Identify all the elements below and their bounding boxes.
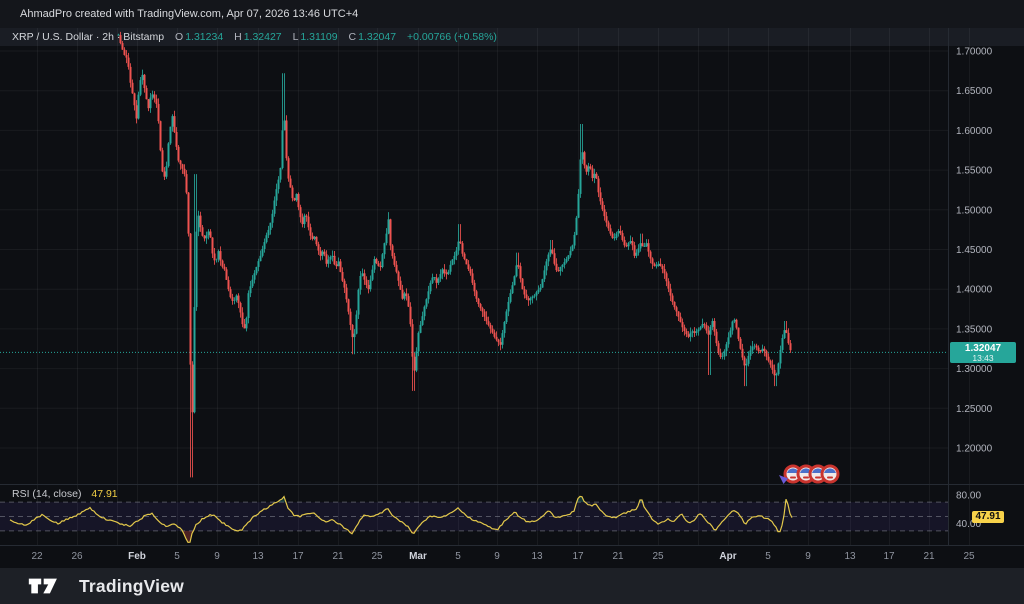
open-label: O xyxy=(175,31,184,43)
time-tick-label: 21 xyxy=(332,551,344,562)
chart-area[interactable]: 1.70000 1.65000 1.60000 1.55000 1.50000 1.450… xyxy=(0,28,1024,545)
time-tick-label: 21 xyxy=(923,551,935,562)
symbol-legend: XRP / U.S. Dollar · 2h · Bitstamp O 1.312… xyxy=(12,31,499,43)
time-tick-label: Mar xyxy=(409,551,427,562)
price-tick-label: 1.45000 xyxy=(956,245,993,256)
high-label: H xyxy=(234,31,242,43)
change-value: +0.00766 (+0.58%) xyxy=(407,31,497,43)
price-tick-label: 1.25000 xyxy=(956,404,993,415)
candlestick-series[interactable] xyxy=(117,31,792,478)
footer-bar: TradingView xyxy=(0,568,1024,604)
time-tick-label: 26 xyxy=(71,551,83,562)
close-label: C xyxy=(348,31,357,43)
time-tick-label: 13 xyxy=(844,551,856,562)
price-tick-label: 1.60000 xyxy=(956,126,993,137)
current-price-badge: 1.32047 13:43 xyxy=(950,342,1016,363)
price-tick-label: 1.65000 xyxy=(956,86,993,97)
time-tick-label: 9 xyxy=(805,551,811,562)
bar-countdown: 13:43 xyxy=(972,353,994,363)
time-tick-label: 9 xyxy=(494,551,500,562)
rsi-legend: RSI (14, close) 47.91 xyxy=(12,488,118,500)
price-tick-label: 1.35000 xyxy=(956,324,993,335)
symbol-title: XRP / U.S. Dollar · 2h · Bitstamp xyxy=(12,31,165,43)
price-axis[interactable]: 1.70000 1.65000 1.60000 1.55000 1.50000 1.450… xyxy=(956,47,993,531)
open-value: 1.31234 xyxy=(185,31,224,43)
time-tick-label: 13 xyxy=(531,551,543,562)
time-tick-label: 17 xyxy=(292,551,304,562)
chart-canvas[interactable]: 1.70000 1.65000 1.60000 1.55000 1.50000 1.450… xyxy=(0,28,1024,545)
close-value: 1.32047 xyxy=(358,31,397,43)
tradingview-wordmark: TradingView xyxy=(79,575,184,596)
price-tick-label: 1.20000 xyxy=(956,444,993,455)
attribution-bar: AhmadPro created with TradingView.com, A… xyxy=(0,0,1024,28)
time-tick-label: Apr xyxy=(719,551,737,562)
time-tick-label: 25 xyxy=(652,551,664,562)
time-tick-label: 9 xyxy=(214,551,220,562)
rsi-last-value: 47.91 xyxy=(91,488,118,500)
rsi-tick-label: 80.00 xyxy=(956,490,981,501)
time-tick-label: Feb xyxy=(128,551,146,562)
price-tick-label: 1.70000 xyxy=(956,47,993,58)
rsi-pane[interactable] xyxy=(0,495,948,544)
rsi-value-badge: 47.91 xyxy=(972,511,1004,523)
time-tick-label: 5 xyxy=(765,551,771,562)
price-tick-label: 1.50000 xyxy=(956,205,993,216)
time-tick-label: 5 xyxy=(174,551,180,562)
time-tick-label: 17 xyxy=(572,551,584,562)
sticker-emoji-group[interactable] xyxy=(779,464,840,484)
time-tick-label: 25 xyxy=(963,551,975,562)
time-tick-label: 5 xyxy=(455,551,461,562)
attribution-text: AhmadPro created with TradingView.com, A… xyxy=(20,8,359,20)
time-axis[interactable]: 22 26 Feb 5 9 13 17 21 25 Mar 5 9 13 17 21 25 Apr 5 9 13 17 2… xyxy=(0,545,1024,568)
price-tick-label: 1.55000 xyxy=(956,166,993,177)
tradingview-logo-icon xyxy=(28,578,57,594)
rsi-title: RSI (14, close) xyxy=(12,488,82,500)
price-tick-label: 1.40000 xyxy=(956,285,993,296)
time-tick-label: 21 xyxy=(612,551,624,562)
price-tick-label: 1.30000 xyxy=(956,364,993,375)
tradingview-snapshot: AhmadPro created with TradingView.com, A… xyxy=(0,0,1024,604)
low-value: 1.31109 xyxy=(300,31,338,43)
low-label: L xyxy=(292,31,299,43)
time-tick-label: 22 xyxy=(31,551,43,562)
time-tick-label: 17 xyxy=(883,551,895,562)
time-tick-label: 13 xyxy=(252,551,264,562)
time-tick-label: 25 xyxy=(371,551,383,562)
high-value: 1.32427 xyxy=(243,31,282,43)
